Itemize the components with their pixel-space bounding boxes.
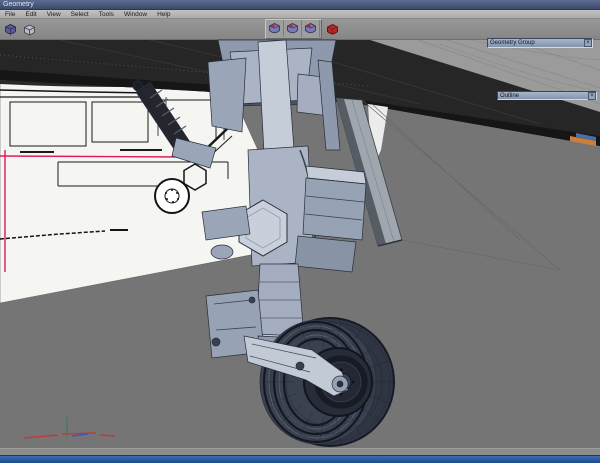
outline-dropdown[interactable]: Outline ×	[497, 91, 597, 100]
geometry-group-close-icon[interactable]: ×	[584, 39, 592, 47]
application-window: Geometry File Edit View Select Tools Win…	[0, 0, 600, 463]
viewport-canvas[interactable]	[0, 0, 600, 463]
outline-value: Outline	[500, 92, 520, 99]
outline-close-icon[interactable]: ×	[588, 91, 596, 100]
geometry-group-value: Geometry Group	[490, 40, 535, 46]
geometry-group-dropdown[interactable]: Geometry Group ×	[487, 38, 593, 48]
magenta-guide-horizontal	[0, 155, 187, 158]
